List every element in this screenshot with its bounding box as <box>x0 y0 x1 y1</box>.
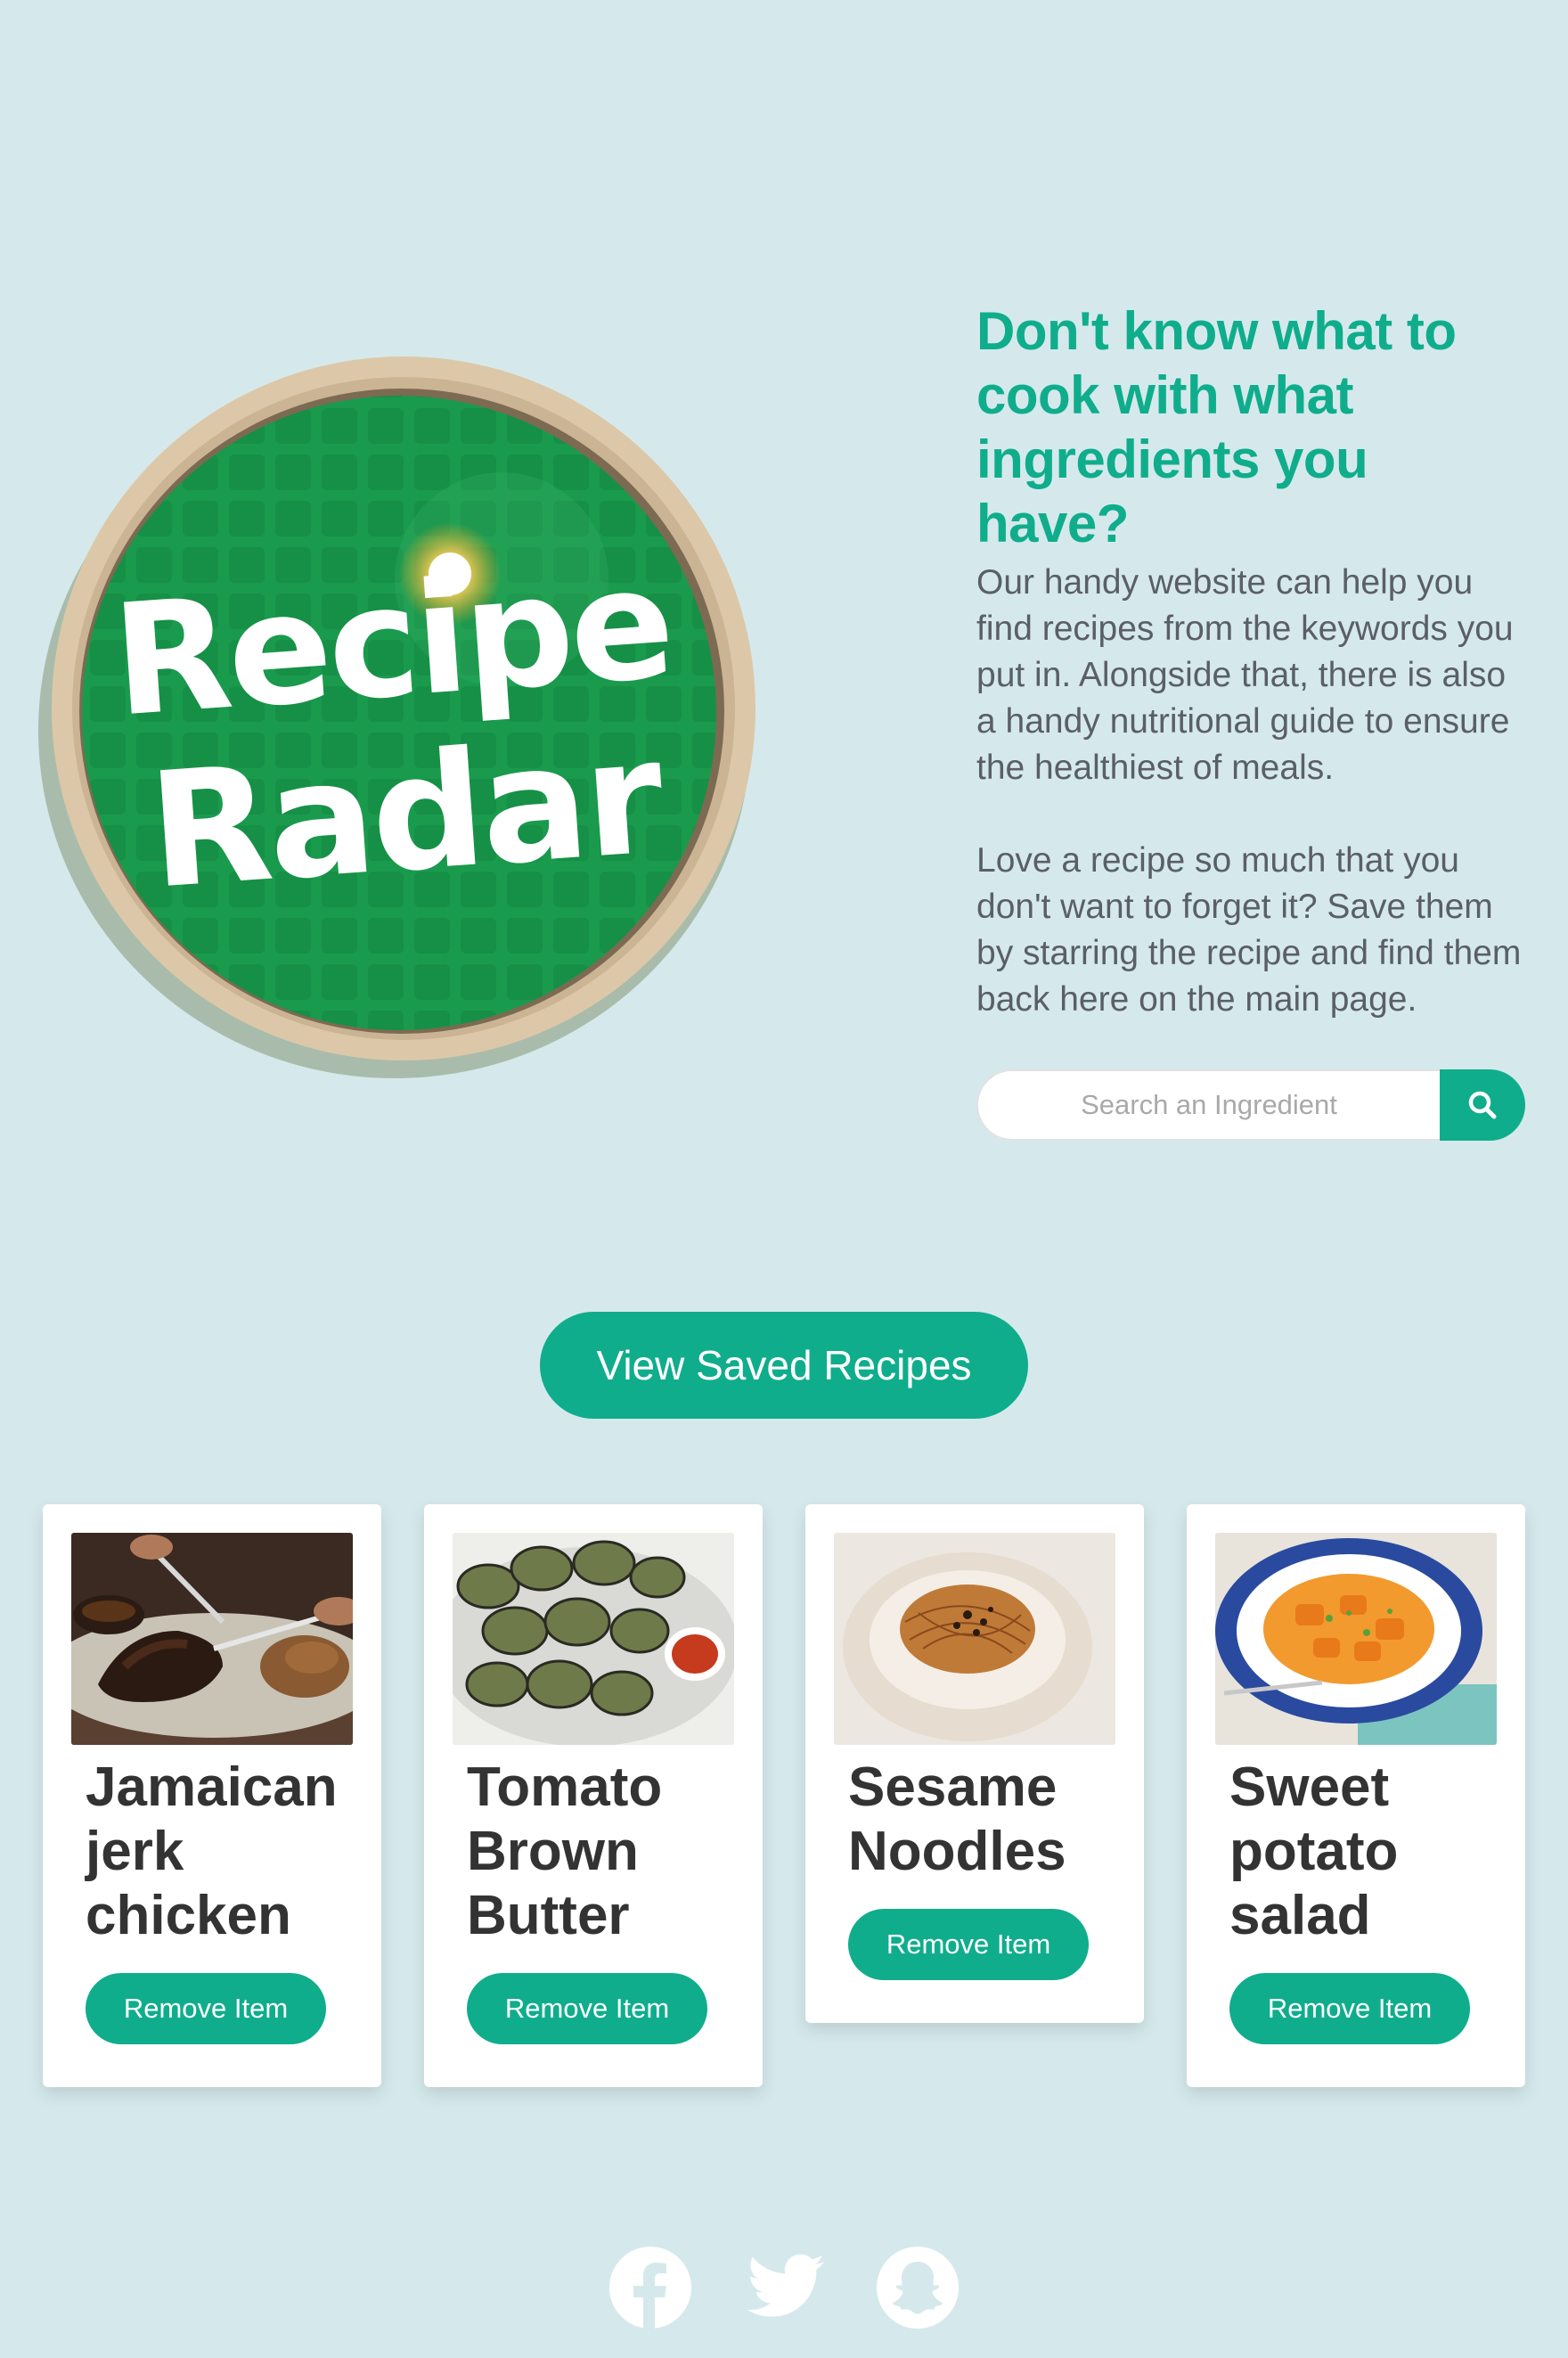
recipe-title: Sesame Noodles <box>848 1756 1066 1882</box>
facebook-icon[interactable] <box>608 2246 692 2329</box>
intro-panel: Don't know what to cook with what ingred… <box>976 299 1529 1023</box>
jerk-chicken-photo <box>71 1533 353 1745</box>
saved-recipe-card-tomato-brown-butter: Tomato Brown Butter Remove Item <box>424 1504 763 2087</box>
search-icon <box>1468 1091 1497 1119</box>
recipe-radar-logo: Recipe Radar <box>38 356 760 1078</box>
recipe-title: Sweet potato salad <box>1229 1756 1399 1946</box>
remove-item-button[interactable]: Remove Item <box>1229 1973 1470 2044</box>
remove-item-button[interactable]: Remove Item <box>86 1973 326 2044</box>
snapchat-icon[interactable] <box>876 2246 960 2329</box>
recipe-title: Tomato Brown Butter <box>467 1756 663 1946</box>
sweet-potato-salad-photo <box>1215 1533 1497 1745</box>
intro-paragraph-save: Love a recipe so much that you don't wan… <box>976 841 1522 1019</box>
intro-paragraph-search: Our handy website can help you find reci… <box>976 563 1514 787</box>
saved-recipe-card-sweet-potato-salad: Sweet potato salad Remove Item <box>1187 1504 1525 2087</box>
intro-heading: Don't know what to cook with what ingred… <box>976 301 1457 553</box>
social-links <box>0 2246 1568 2329</box>
remove-item-button[interactable]: Remove Item <box>848 1909 1089 1980</box>
twitter-icon[interactable] <box>742 2246 826 2329</box>
recipe-title: Jamaican jerk chicken <box>86 1756 338 1946</box>
remove-item-button[interactable]: Remove Item <box>467 1973 707 2044</box>
grilled-aubergine-photo <box>453 1533 734 1745</box>
saved-recipe-card-jerk-chicken: Jamaican jerk chicken Remove Item <box>43 1504 381 2087</box>
search-input[interactable] <box>976 1069 1440 1141</box>
search-button[interactable] <box>1440 1069 1525 1141</box>
ingredient-search <box>976 1069 1525 1141</box>
view-saved-recipes-button[interactable]: View Saved Recipes <box>540 1312 1028 1419</box>
logo-word-radar: Radar <box>143 704 666 924</box>
sesame-noodles-photo <box>834 1533 1115 1745</box>
saved-recipe-card-sesame-noodles: Sesame Noodles Remove Item <box>805 1504 1144 2023</box>
